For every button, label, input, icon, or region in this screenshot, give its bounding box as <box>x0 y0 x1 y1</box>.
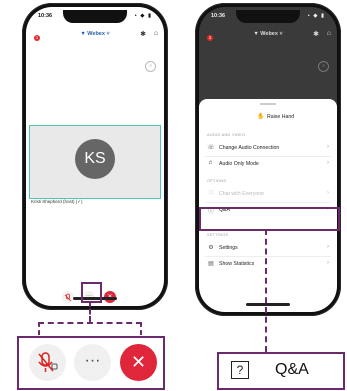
notification-badge[interactable]: 1 <box>207 35 213 41</box>
left-phone-screen: 10:36 • ◆ ▮ 1 ▼ Webex ˅ ✱ ⌂ ○ KS Kristi … <box>26 7 164 306</box>
layout-icon[interactable]: ○ <box>145 61 156 72</box>
chevron-right-icon: › <box>327 190 329 196</box>
more-button-highlight <box>81 282 102 303</box>
chevron-right-icon: › <box>327 260 329 266</box>
participants-icon[interactable]: ⌂ <box>154 30 158 37</box>
menu-label: Chat with Everyone <box>219 191 264 197</box>
qa-row-highlight <box>199 207 340 231</box>
meeting-topbar: 1 ▼ Webex ˅ ✱ ⌂ <box>26 29 164 43</box>
meeting-title[interactable]: ▼ Webex ˅ <box>253 31 282 37</box>
statistics-icon: ▤ <box>208 261 214 267</box>
participant-name-label: Kristi Shepherd (host) (✓) <box>31 199 83 204</box>
participant-video-tile[interactable]: KS <box>29 125 161 199</box>
hand-icon: ✋ <box>257 114 265 120</box>
section-settings: SETTINGS <box>207 233 229 237</box>
participants-icon[interactable]: ⌂ <box>327 30 331 37</box>
menu-label: Show Statistics <box>219 261 255 267</box>
connector-line <box>89 301 91 322</box>
audio-connection-icon: ☏ <box>207 145 215 151</box>
meeting-title[interactable]: ▼ Webex ˅ <box>80 31 109 37</box>
raise-hand-label: Raise Hand <box>267 114 295 120</box>
notch <box>63 10 127 23</box>
status-icons: • ◆ ▮ <box>307 13 325 19</box>
chevron-right-icon: › <box>327 160 329 166</box>
qa-label-zoomed[interactable]: Q&A <box>275 361 309 379</box>
chevron-right-icon: › <box>327 244 329 250</box>
menu-label: Audio Only Mode <box>219 161 259 167</box>
participant-avatar: KS <box>75 139 115 179</box>
menu-label: Settings <box>219 245 238 251</box>
left-phone: 10:36 • ◆ ▮ 1 ▼ Webex ˅ ✱ ⌂ ○ KS Kristi … <box>22 3 168 310</box>
status-time: 10:36 <box>211 13 226 19</box>
audio-only-icon: ♬ <box>208 160 214 166</box>
meeting-topbar: 1 ▼ Webex ˅ ✱ ⌂ <box>199 29 337 43</box>
controls-zoom-callout: ··· ✕ <box>17 336 165 390</box>
microphone-muted-icon <box>38 352 58 372</box>
more-options-button-zoomed[interactable]: ··· <box>74 344 111 381</box>
bluetooth-icon[interactable]: ✱ <box>140 30 146 38</box>
menu-change-audio-connection[interactable]: ☏ Change Audio Connection › <box>205 141 331 155</box>
right-phone: 10:36 • ◆ ▮ 1 ▼ Webex ˅ ✱ ⌂ ○ ✋ Raise Ha… <box>195 3 341 316</box>
raise-hand-button[interactable]: ✋ Raise Hand <box>205 110 331 124</box>
menu-show-statistics[interactable]: ▤ Show Statistics › <box>205 257 331 271</box>
home-indicator <box>246 303 290 306</box>
menu-audio-only-mode[interactable]: ♬ Audio Only Mode › <box>205 157 331 171</box>
sheet-grabber[interactable] <box>260 103 276 105</box>
layout-icon[interactable]: ○ <box>318 61 329 72</box>
notch <box>236 10 300 23</box>
menu-settings[interactable]: ⚙ Settings › <box>205 241 331 255</box>
chat-icon: □ <box>209 190 213 196</box>
qa-icon: ? <box>231 361 249 379</box>
connector-line <box>38 322 142 324</box>
notification-badge[interactable]: 1 <box>34 35 40 41</box>
connector-line <box>265 229 267 352</box>
right-phone-screen: 10:36 • ◆ ▮ 1 ▼ Webex ˅ ✱ ⌂ ○ ✋ Raise Ha… <box>199 7 337 312</box>
more-options-sheet: ✋ Raise Hand AUDIO AND VIDEO ☏ Change Au… <box>199 99 337 312</box>
connector-line <box>140 322 142 335</box>
end-call-button-zoomed[interactable]: ✕ <box>120 344 157 381</box>
chevron-right-icon: › <box>327 144 329 150</box>
qa-zoom-callout: ? Q&A <box>217 352 345 390</box>
menu-chat-with-everyone[interactable]: □ Chat with Everyone › <box>205 187 331 201</box>
status-icons: • ◆ ▮ <box>134 13 152 19</box>
mute-button-zoomed[interactable] <box>29 344 66 381</box>
section-options: OPTIONS <box>207 179 227 183</box>
menu-label: Change Audio Connection <box>219 145 280 151</box>
gear-icon: ⚙ <box>208 245 214 251</box>
bluetooth-icon[interactable]: ✱ <box>313 30 319 38</box>
connector-line <box>38 322 40 335</box>
section-audio-video: AUDIO AND VIDEO <box>207 133 246 137</box>
status-time: 10:36 <box>38 13 53 19</box>
